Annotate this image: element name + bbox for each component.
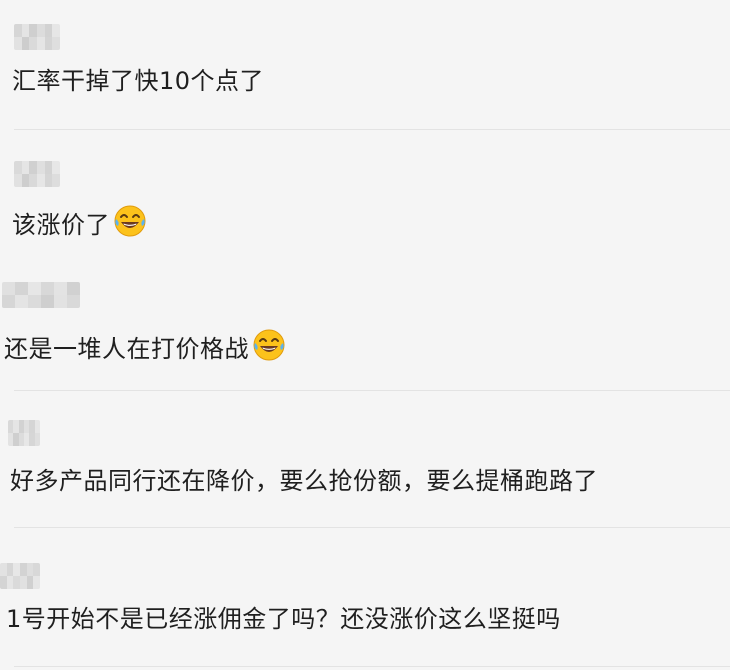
laughing-with-tears-emoji	[253, 329, 285, 361]
comment-text: 还是一堆人在打价格战	[4, 327, 287, 366]
blurred-username[interactable]	[2, 282, 80, 308]
comment-text: 1号开始不是已经涨佣金了吗？还没涨价这么坚挺吗	[6, 605, 561, 633]
comment-text: 汇率干掉了快10个点了	[12, 67, 265, 95]
comment-divider	[14, 390, 730, 391]
comment-text: 该涨价了	[12, 203, 148, 242]
blurred-username[interactable]	[14, 161, 60, 187]
comment-divider	[14, 129, 730, 130]
blurred-username[interactable]	[14, 24, 60, 50]
blurred-username[interactable]	[0, 563, 40, 589]
comment-list: 汇率干掉了快10个点了 该涨价了 还是一堆人在打价格战 好多产品同行还在降价，要…	[0, 0, 730, 670]
comment-divider	[14, 666, 730, 667]
comment-divider	[14, 527, 730, 528]
comment-text: 好多产品同行还在降价，要么抢份额，要么提桶跑路了	[10, 467, 598, 495]
blurred-username[interactable]	[8, 420, 40, 446]
laughing-with-tears-emoji	[114, 205, 146, 237]
